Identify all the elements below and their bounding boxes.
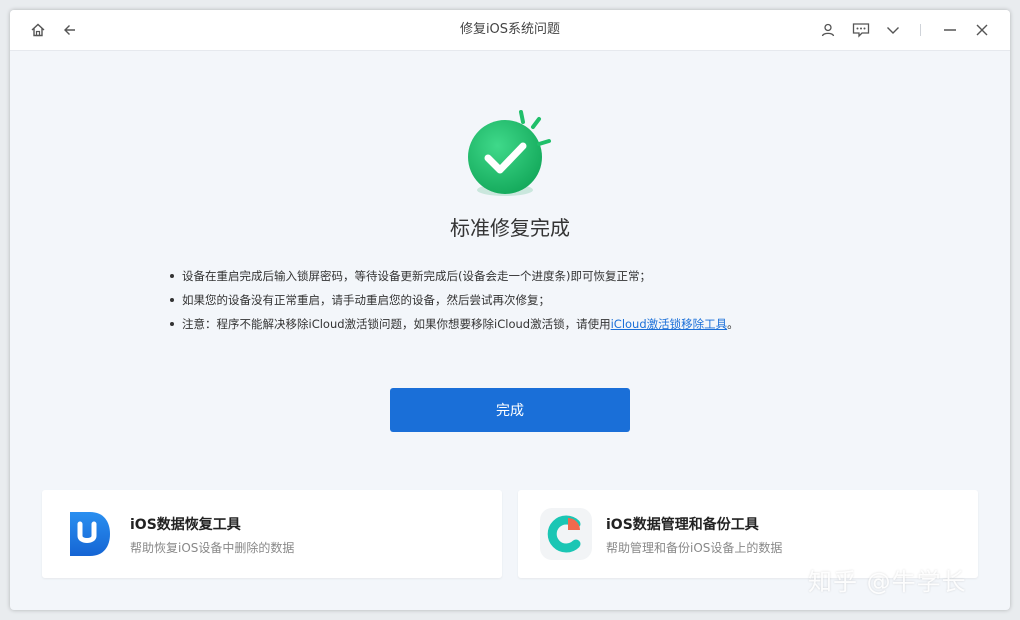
user-icon[interactable] <box>818 20 838 40</box>
card-title: iOS数据管理和备份工具 <box>606 517 759 533</box>
instruction-list: 设备在重启完成后输入锁屏密码，等待设备更新完成后(设备会走一个进度条)即可恢复正… <box>168 264 868 336</box>
note-text: 注意：程序不能解决移除iCloud激活锁问题，如果你想要移除iCloud激活锁，… <box>182 317 611 331</box>
minimize-icon[interactable] <box>940 20 960 40</box>
list-item: 设备在重启完成后输入锁屏密码，等待设备更新完成后(设备会走一个进度条)即可恢复正… <box>168 264 868 288</box>
title-bar: 修复iOS系统问题 <box>10 10 1010 51</box>
card-description: 帮助恢复iOS设备中删除的数据 <box>130 541 295 555</box>
chevron-down-icon[interactable] <box>883 20 903 40</box>
title-bar-divider <box>920 24 921 36</box>
success-check-icon <box>455 102 575 202</box>
ios-data-recovery-card[interactable]: iOS数据恢复工具 帮助恢复iOS设备中删除的数据 <box>42 490 502 578</box>
icarefone-logo-icon <box>540 508 592 560</box>
feedback-icon[interactable] <box>851 20 871 40</box>
ultdata-logo-icon <box>64 508 116 560</box>
note-end: 。 <box>727 317 739 331</box>
list-item: 如果您的设备没有正常重启，请手动重启您的设备，然后尝试再次修复； <box>168 288 868 312</box>
done-button[interactable]: 完成 <box>390 388 630 432</box>
card-description: 帮助管理和备份iOS设备上的数据 <box>606 541 783 555</box>
watermark: 知乎 @牛学长 <box>808 568 967 596</box>
app-window: 修复iOS系统问题 标准修复完成 设备在重启完成后输入锁屏密码，等待设备更新完成… <box>10 10 1010 610</box>
list-item: 注意：程序不能解决移除iCloud激活锁问题，如果你想要移除iCloud激活锁，… <box>168 312 868 336</box>
card-title: iOS数据恢复工具 <box>130 517 241 533</box>
page-title: 标准修复完成 <box>450 216 570 240</box>
icloud-unlock-tool-link[interactable]: iCloud激活锁移除工具 <box>611 317 728 331</box>
close-icon[interactable] <box>972 20 992 40</box>
